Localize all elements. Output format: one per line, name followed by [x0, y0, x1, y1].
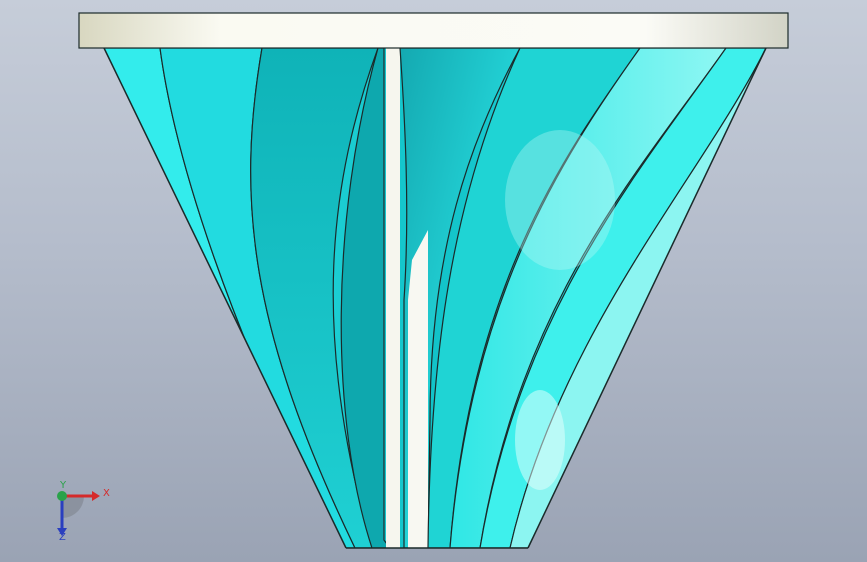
top-rim: [78, 12, 789, 49]
x-axis-label: X: [103, 488, 110, 499]
blade-highlight: [505, 130, 615, 270]
y-axis-dot-icon: [57, 491, 67, 501]
x-axis-arrow-icon: [92, 491, 100, 501]
graphics-viewport[interactable]: X Y Z: [0, 0, 867, 562]
blade-highlight-lower: [515, 390, 565, 490]
impeller-model[interactable]: [0, 0, 867, 562]
coordinate-triad: X Y Z: [44, 478, 114, 548]
hub-gap-right: [408, 230, 428, 548]
z-axis-label: Z: [59, 532, 66, 543]
hub-gap-left: [386, 48, 400, 548]
y-axis-label: Y: [60, 480, 67, 491]
